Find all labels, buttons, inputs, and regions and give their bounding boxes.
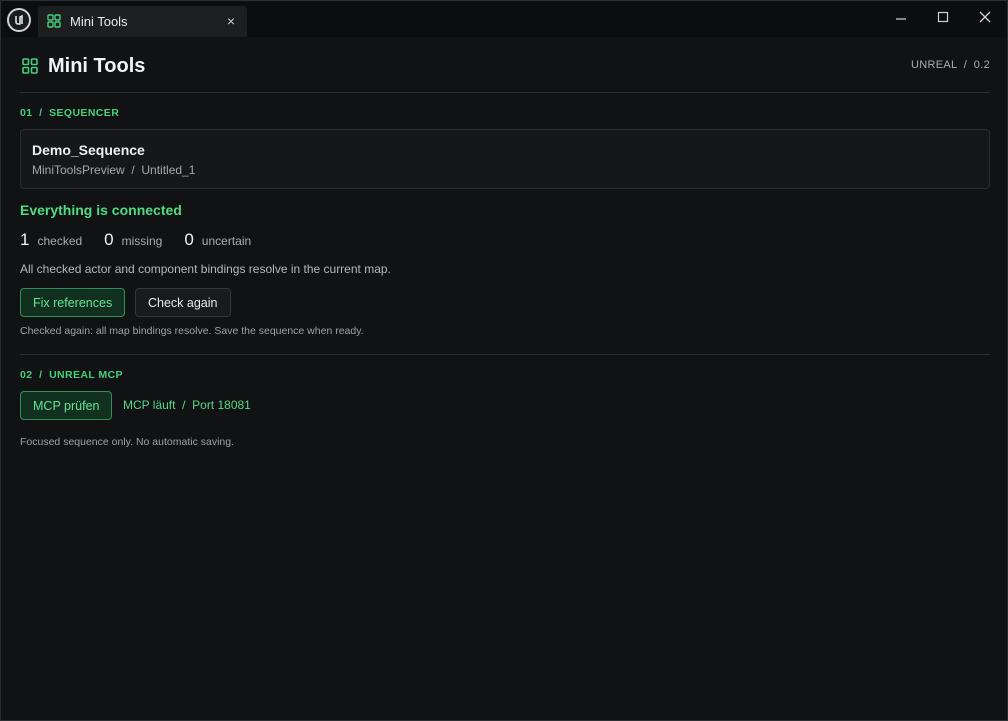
sequence-name: Demo_Sequence	[32, 142, 145, 158]
checked-label: checked	[37, 234, 83, 248]
close-button[interactable]	[973, 7, 997, 27]
sequence-path: MiniToolsPreview / Untitled_1	[32, 163, 196, 177]
mcp-note: Focused sequence only. No automatic savi…	[20, 436, 235, 448]
sequencer-note: Checked again: all map bindings resolve.…	[20, 325, 364, 337]
close-icon	[979, 11, 991, 23]
status-description: All checked actor and component bindings…	[20, 262, 391, 276]
title-bar: Mini Tools ×	[1, 1, 1007, 37]
missing-count: 0	[104, 230, 114, 249]
divider	[20, 354, 990, 355]
divider	[20, 92, 990, 93]
section-label-mcp: 02 / UNREAL MCP	[20, 369, 123, 381]
fix-references-button[interactable]: Fix references	[20, 288, 126, 317]
minimize-icon	[896, 18, 906, 20]
checked-count: 1	[20, 230, 30, 249]
uncertain-count: 0	[184, 230, 194, 249]
section-label-sequencer: 01 / SEQUENCER	[20, 107, 120, 119]
page-title: Mini Tools	[48, 55, 146, 77]
tab-close-button[interactable]: ×	[227, 13, 235, 29]
unreal-logo-icon[interactable]	[7, 8, 31, 32]
uncertain-label: uncertain	[201, 234, 252, 248]
maximize-icon	[937, 11, 949, 23]
minimize-button[interactable]	[889, 7, 913, 27]
tab-mini-tools[interactable]: Mini Tools ×	[38, 6, 247, 37]
sequence-card: Demo_Sequence MiniToolsPreview / Untitle…	[20, 129, 990, 189]
app-window: Mini Tools × Mini Tools UNREAL / 0.2 01 …	[0, 0, 1008, 721]
stats-row: 1 checked 0 missing 0 uncertain	[20, 230, 273, 252]
mcp-check-button[interactable]: MCP prüfen	[20, 391, 113, 420]
tab-title: Mini Tools	[70, 14, 128, 29]
grid-icon	[47, 14, 61, 28]
missing-label: missing	[121, 234, 163, 248]
version-label: UNREAL / 0.2	[911, 59, 990, 71]
check-again-button[interactable]: Check again	[135, 288, 231, 317]
status-title: Everything is connected	[20, 202, 182, 218]
maximize-button[interactable]	[931, 7, 955, 27]
mcp-status: MCP läuft / Port 18081	[123, 398, 251, 412]
grid-icon	[22, 58, 38, 74]
page-header: Mini Tools UNREAL / 0.2	[20, 55, 990, 83]
